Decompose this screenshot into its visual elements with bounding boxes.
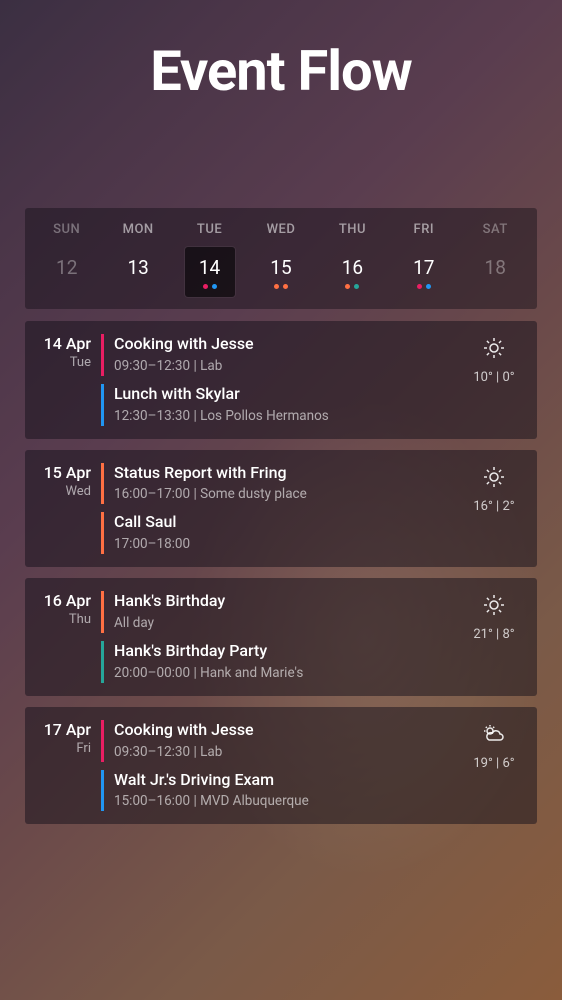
sun-icon <box>482 336 506 364</box>
day-number: 14 <box>199 256 220 279</box>
date-column: 17 Apr Fri <box>39 720 101 812</box>
day-number: 18 <box>485 256 506 279</box>
event-title: Status Report with Fring <box>114 463 463 484</box>
event-dots <box>274 284 288 289</box>
event-title: Cooking with Jesse <box>114 334 463 355</box>
day-card[interactable]: 15 Apr Wed Status Report with Fring 16:00–1… <box>25 450 537 568</box>
event-meta: 09:30–12:30 | Lab <box>114 358 463 374</box>
day-column[interactable]: FRI 17 <box>388 222 459 297</box>
day-number: 13 <box>127 256 148 279</box>
weather-column: 19° | 6° <box>463 720 525 812</box>
event-item[interactable]: Cooking with Jesse 09:30–12:30 | Lab <box>101 720 463 762</box>
event-title: Cooking with Jesse <box>114 720 463 741</box>
day-cell[interactable]: 16 <box>327 247 377 297</box>
events-column: Cooking with Jesse 09:30–12:30 | Lab Lunch… <box>101 334 463 426</box>
day-cell[interactable]: 17 <box>399 247 449 297</box>
day-cell[interactable]: 13 <box>113 247 163 297</box>
day-number: 15 <box>270 256 291 279</box>
events-column: Status Report with Fring 16:00–17:00 | So… <box>101 463 463 555</box>
dow-label: Thu <box>39 612 91 627</box>
day-column[interactable]: TUE 14 <box>174 222 245 297</box>
event-dot <box>203 284 208 289</box>
event-dot <box>283 284 288 289</box>
day-number: 17 <box>413 256 434 279</box>
event-dot <box>354 284 359 289</box>
day-number: 16 <box>342 256 363 279</box>
event-item[interactable]: Lunch with Skylar 12:30–13:30 | Los Pollo… <box>101 384 463 426</box>
day-abbr: TUE <box>197 222 222 237</box>
sun-icon <box>482 465 506 493</box>
day-abbr: SAT <box>483 222 508 237</box>
day-abbr: THU <box>339 222 366 237</box>
weather-column: 21° | 8° <box>463 591 525 683</box>
weather-column: 16° | 2° <box>463 463 525 555</box>
sun-cloud-icon <box>482 722 506 750</box>
weather-temp: 10° | 0° <box>473 370 514 385</box>
day-cell[interactable]: 14 <box>185 247 235 297</box>
event-meta: 15:00–16:00 | MVD Albuquerque <box>114 793 463 809</box>
event-item[interactable]: Walt Jr.'s Driving Exam 15:00–16:00 | MVD… <box>101 770 463 812</box>
event-dots <box>345 284 359 289</box>
weather-column: 10° | 0° <box>463 334 525 426</box>
sun-icon <box>482 593 506 621</box>
event-item[interactable]: Hank's Birthday All day <box>101 591 463 633</box>
event-item[interactable]: Status Report with Fring 16:00–17:00 | So… <box>101 463 463 505</box>
weather-temp: 19° | 6° <box>473 756 514 771</box>
day-column[interactable]: SAT 18 <box>460 222 531 297</box>
day-column[interactable]: THU 16 <box>317 222 388 297</box>
event-dot <box>274 284 279 289</box>
date-label: 16 Apr <box>39 591 91 610</box>
date-label: 15 Apr <box>39 463 91 482</box>
dow-label: Tue <box>39 355 91 370</box>
event-meta: 09:30–12:30 | Lab <box>114 744 463 760</box>
calendar-widget: SUN 12 MON 13 TUE 14 WED 15 THU 16 FRI 17 SAT 18 14 A… <box>25 208 537 835</box>
event-meta: 12:30–13:30 | Los Pollos Hermanos <box>114 408 463 424</box>
day-cell[interactable]: 15 <box>256 247 306 297</box>
event-meta: 16:00–17:00 | Some dusty place <box>114 486 463 502</box>
app-title: Event Flow <box>0 38 562 104</box>
event-item[interactable]: Hank's Birthday Party 20:00–00:00 | Hank … <box>101 641 463 683</box>
event-dots <box>417 284 431 289</box>
event-dot <box>212 284 217 289</box>
weather-temp: 16° | 2° <box>473 499 514 514</box>
event-title: Call Saul <box>114 512 463 533</box>
day-column[interactable]: MON 13 <box>102 222 173 297</box>
events-column: Cooking with Jesse 09:30–12:30 | Lab Walt … <box>101 720 463 812</box>
day-abbr: FRI <box>414 222 435 237</box>
event-dot <box>426 284 431 289</box>
day-cell[interactable]: 12 <box>42 247 92 297</box>
day-abbr: MON <box>123 222 154 237</box>
event-title: Lunch with Skylar <box>114 384 463 405</box>
event-meta: 20:00–00:00 | Hank and Marie's <box>114 665 463 681</box>
day-card[interactable]: 17 Apr Fri Cooking with Jesse 09:30–12:30 |… <box>25 707 537 825</box>
date-label: 14 Apr <box>39 334 91 353</box>
event-dots <box>203 284 217 289</box>
event-item[interactable]: Cooking with Jesse 09:30–12:30 | Lab <box>101 334 463 376</box>
day-number: 12 <box>56 256 77 279</box>
day-column[interactable]: SUN 12 <box>31 222 102 297</box>
dow-label: Wed <box>39 484 91 499</box>
event-meta: All day <box>114 615 463 631</box>
date-column: 14 Apr Tue <box>39 334 101 426</box>
events-column: Hank's Birthday All day Hank's Birthday Pa… <box>101 591 463 683</box>
date-column: 16 Apr Thu <box>39 591 101 683</box>
event-title: Hank's Birthday <box>114 591 463 612</box>
weather-temp: 21° | 8° <box>473 627 514 642</box>
week-row: SUN 12 MON 13 TUE 14 WED 15 THU 16 FRI 17 SAT 18 <box>25 208 537 309</box>
day-card[interactable]: 16 AprThuHank's BirthdayAll dayHank's Bi… <box>25 578 537 696</box>
day-abbr: SUN <box>53 222 80 237</box>
event-title: Walt Jr.'s Driving Exam <box>114 770 463 791</box>
day-cell[interactable]: 18 <box>470 247 520 297</box>
day-card[interactable]: 14 Apr Tue Cooking with Jesse 09:30–12:30 |… <box>25 321 537 439</box>
day-abbr: WED <box>267 222 296 237</box>
event-meta: 17:00–18:00 <box>114 536 463 552</box>
day-column[interactable]: WED 15 <box>245 222 316 297</box>
date-column: 15 Apr Wed <box>39 463 101 555</box>
event-dot <box>417 284 422 289</box>
event-dot <box>345 284 350 289</box>
event-title: Hank's Birthday Party <box>114 641 463 662</box>
dow-label: Fri <box>39 741 91 756</box>
date-label: 17 Apr <box>39 720 91 739</box>
event-item[interactable]: Call Saul 17:00–18:00 <box>101 512 463 554</box>
